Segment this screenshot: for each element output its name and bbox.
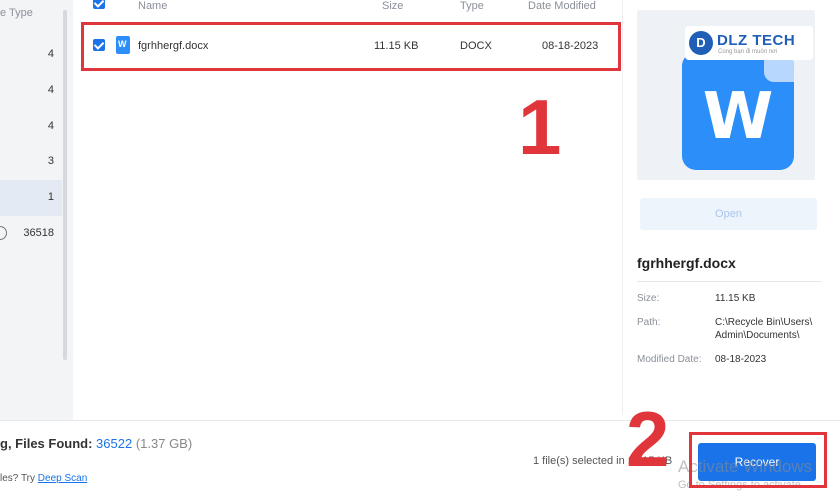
column-type[interactable]: Type — [460, 0, 484, 12]
path-line-1: C:\Recycle Bin\Users\ — [715, 317, 813, 328]
column-name[interactable]: Name — [138, 0, 167, 12]
deep-scan-link[interactable]: Deep Scan — [38, 473, 87, 484]
divider — [637, 281, 822, 282]
brand-logo-icon: D — [689, 31, 713, 55]
sidebar-item-count: 1 — [47, 191, 54, 203]
file-type-sidebar: e Type 4 4 4 3 1 36518 — [0, 0, 73, 420]
files-found-size: (1.37 GB) — [135, 436, 193, 451]
sidebar-item[interactable]: 4 — [0, 109, 62, 145]
deep-scan-prefix: les? Try — [0, 473, 38, 484]
sidebar-item-count: 4 — [47, 84, 54, 96]
column-date-modified[interactable]: Date Modified — [528, 0, 596, 12]
open-button[interactable]: Open — [640, 198, 817, 230]
preview-panel: W D DLZ TECH Cùng bạn đi muôn nơi Open f… — [622, 0, 840, 415]
sidebar-item[interactable]: 4 — [0, 73, 62, 109]
sidebar-item-selected[interactable]: 1 — [0, 180, 62, 216]
step-number-2: 2 — [626, 395, 670, 483]
scan-status: g, Files Found: 36522 (1.37 GB) — [0, 436, 192, 451]
path-label: Path: — [637, 317, 661, 328]
deep-scan-hint: les? Try Deep Scan — [0, 473, 87, 484]
step-number-1: 1 — [518, 83, 562, 171]
file-list-header: Name Size Type Date Modified — [80, 0, 620, 16]
sidebar-item-count: 4 — [47, 120, 54, 132]
preview-file-name: fgrhhergf.docx — [637, 255, 736, 271]
column-size[interactable]: Size — [382, 0, 403, 12]
file-preview: W D DLZ TECH Cùng bạn đi muôn nơi — [637, 10, 815, 180]
sidebar-header: e Type — [0, 7, 33, 19]
modified-label: Modified Date: — [637, 354, 702, 365]
brand-tagline: Cùng bạn đi muôn nơi — [718, 49, 778, 55]
size-value: 11.15 KB — [715, 293, 756, 304]
size-label: Size: — [637, 293, 660, 304]
sidebar-scrollbar[interactable] — [63, 10, 67, 360]
select-all-checkbox[interactable] — [93, 0, 105, 9]
sidebar-item[interactable]: 4 — [0, 37, 62, 73]
path-line-2: Admin\Documents\ — [715, 330, 800, 341]
status-prefix: g, Files Found: — [0, 436, 97, 451]
sidebar-item[interactable]: 3 — [0, 144, 62, 180]
sidebar-item-count: 4 — [47, 48, 54, 60]
brand-name: DLZ TECH — [717, 32, 796, 49]
sidebar-item-count: 3 — [47, 155, 54, 167]
highlight-box-file — [81, 22, 621, 71]
question-icon — [0, 226, 7, 240]
files-found-count: 36522 — [96, 436, 133, 451]
highlight-box-recover — [689, 432, 827, 488]
word-document-icon: W — [682, 52, 794, 170]
brand-watermark: D DLZ TECH Cùng bạn đi muôn nơi — [685, 26, 813, 60]
sidebar-item-count: 36518 — [23, 227, 54, 239]
modified-value: 08-18-2023 — [715, 354, 767, 365]
word-letter: W — [702, 80, 774, 154]
sidebar-item[interactable]: 36518 — [0, 216, 62, 252]
